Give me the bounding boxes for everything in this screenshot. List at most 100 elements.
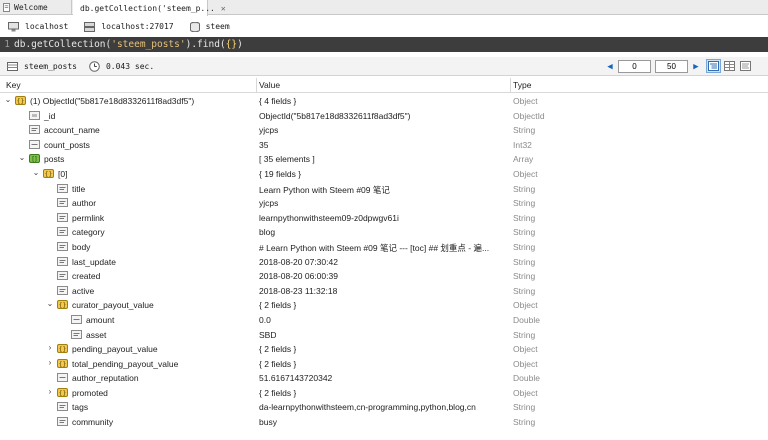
- svg-text:{}: {}: [45, 171, 53, 178]
- row-value: 35: [259, 139, 269, 150]
- tree-row[interactable]: permlink learnpythonwithsteem09-z0dpwgv61…: [0, 211, 768, 226]
- text-view-button[interactable]: [738, 59, 753, 73]
- tree-row[interactable]: body # Learn Python with Steem #09 笔记 ---…: [0, 240, 768, 255]
- tree-row[interactable]: ⌄ [] posts [ 35 elements ] Array: [0, 152, 768, 167]
- object-icon: {}: [57, 300, 68, 310]
- row-value: ObjectId("5b817e18d8332611f8ad3df5"): [259, 110, 411, 121]
- server-icon: [84, 21, 96, 32]
- row-key: total_pending_payout_value: [72, 358, 179, 369]
- tree-row[interactable]: ⌄ {} curator_payout_value { 2 fields } Objec…: [0, 298, 768, 313]
- row-value: { 4 fields }: [259, 96, 297, 106]
- row-key: (1) ObjectId("5b817e18d8332611f8ad3df5"): [30, 96, 195, 106]
- pager: ◀ ▶: [604, 60, 702, 73]
- tab-query[interactable]: db.getCollection('steem_p... ✕: [73, 0, 226, 16]
- query-argument: {}: [225, 39, 238, 50]
- connection-host[interactable]: localhost: [8, 21, 68, 32]
- tree-row[interactable]: last_update 2018-08-20 07:30:42 String: [0, 255, 768, 270]
- row-key: asset: [86, 329, 107, 340]
- string-icon: [57, 183, 68, 193]
- column-type[interactable]: Type: [513, 80, 531, 90]
- view-mode-switch: [706, 59, 754, 73]
- next-page-icon[interactable]: ▶: [690, 62, 702, 72]
- connection-bar: localhost localhost:27017 steem: [0, 17, 768, 36]
- row-type: Double: [513, 373, 540, 384]
- tree-row[interactable]: community busy String: [0, 415, 768, 430]
- tree-row[interactable]: active 2018-08-23 11:32:18 String: [0, 284, 768, 299]
- row-value: 2018-08-23 11:32:18: [259, 285, 338, 296]
- svg-text:{}: {}: [59, 346, 67, 353]
- row-key: author: [72, 198, 97, 209]
- row-value: learnpythonwithsteem09-z0dpwgv61i: [259, 212, 399, 223]
- page-size-input[interactable]: [655, 60, 688, 73]
- collapse-chevron-icon[interactable]: ⌄: [46, 300, 54, 308]
- connection-database[interactable]: steem: [189, 21, 230, 32]
- row-key: pending_payout_value: [72, 344, 158, 355]
- row-type: Object: [513, 300, 538, 311]
- tree-row[interactable]: count_posts 35 Int32: [0, 138, 768, 153]
- row-value: [ 35 elements ]: [259, 154, 315, 165]
- tree-row[interactable]: category blog String: [0, 225, 768, 240]
- row-value: 2018-08-20 06:00:39: [259, 271, 338, 282]
- tree-row[interactable]: › {} pending_payout_value { 2 fields } Objec…: [0, 342, 768, 357]
- array-icon: []: [29, 154, 40, 164]
- string-icon: [57, 417, 68, 427]
- tree-row[interactable]: › {} promoted { 2 fields } Object: [0, 386, 768, 401]
- collapse-chevron-icon[interactable]: ⌄: [18, 154, 26, 162]
- row-key: permlink: [72, 212, 105, 223]
- expand-chevron-icon[interactable]: ›: [46, 387, 54, 396]
- row-key: last_update: [72, 256, 116, 267]
- query-editor[interactable]: 1 db.getCollection('steem_posts').find({…: [0, 37, 768, 52]
- expand-chevron-icon[interactable]: ›: [46, 344, 54, 352]
- collapse-chevron-icon[interactable]: ⌄: [32, 168, 40, 177]
- column-divider[interactable]: [510, 78, 511, 93]
- welcome-icon: [3, 3, 10, 12]
- expand-chevron-icon[interactable]: ›: [46, 358, 54, 367]
- row-value: { 2 fields }: [259, 344, 297, 355]
- row-key: community: [72, 417, 114, 428]
- close-tab-icon[interactable]: ✕: [221, 4, 226, 13]
- row-key: author_reputation: [72, 373, 139, 384]
- column-key[interactable]: Key: [6, 80, 21, 90]
- row-type: String: [513, 241, 536, 252]
- tree-row[interactable]: tags da-learnpythonwithsteem,cn-programmi…: [0, 400, 768, 415]
- svg-text:{}: {}: [59, 390, 67, 397]
- table-view-button[interactable]: [722, 59, 737, 73]
- collapse-chevron-icon[interactable]: ⌄: [4, 96, 12, 104]
- column-value[interactable]: Value: [259, 80, 280, 90]
- tree-row[interactable]: ⌄ {} (1) ObjectId("5b817e18d8332611f8ad3df…: [0, 94, 768, 109]
- tree-row[interactable]: › {} total_pending_payout_value { 2 fields …: [0, 357, 768, 372]
- number-icon: [71, 314, 82, 324]
- tree-row[interactable]: title Learn Python with Steem #09 笔记 Strin…: [0, 182, 768, 197]
- tree-row[interactable]: author yjcps String: [0, 196, 768, 211]
- table-view-icon: [724, 61, 735, 71]
- row-type: Double: [513, 314, 540, 325]
- tree-row[interactable]: asset SBD String: [0, 328, 768, 343]
- tree-row[interactable]: account_name yjcps String: [0, 123, 768, 138]
- object-icon: {}: [57, 358, 68, 368]
- tree-row[interactable]: created 2018-08-20 06:00:39 String: [0, 269, 768, 284]
- prev-page-icon[interactable]: ◀: [604, 62, 616, 72]
- tab-welcome[interactable]: Welcome: [0, 0, 72, 15]
- server-label: localhost:27017: [101, 22, 174, 31]
- computer-icon: [8, 21, 19, 31]
- tree-row[interactable]: amount 0.0 Double: [0, 313, 768, 328]
- tree-row[interactable]: _id ObjectId("5b817e18d8332611f8ad3df5") O…: [0, 109, 768, 124]
- string-icon: [57, 256, 68, 266]
- row-type: String: [513, 125, 536, 136]
- tree-row[interactable]: ⌄ {} [0] { 19 fields } Object: [0, 167, 768, 182]
- connection-server[interactable]: localhost:27017: [84, 21, 174, 32]
- row-value: SBD: [259, 329, 277, 340]
- page-from-input[interactable]: [618, 60, 651, 73]
- row-value: 2018-08-20 07:30:42: [259, 256, 338, 267]
- collection-name: steem_posts: [24, 61, 77, 71]
- column-divider[interactable]: [256, 78, 257, 93]
- row-type: Object: [513, 168, 538, 179]
- tree-row[interactable]: author_reputation 51.6167143720342 Double: [0, 371, 768, 386]
- row-type: String: [513, 402, 536, 413]
- tree-view-button[interactable]: [706, 59, 721, 73]
